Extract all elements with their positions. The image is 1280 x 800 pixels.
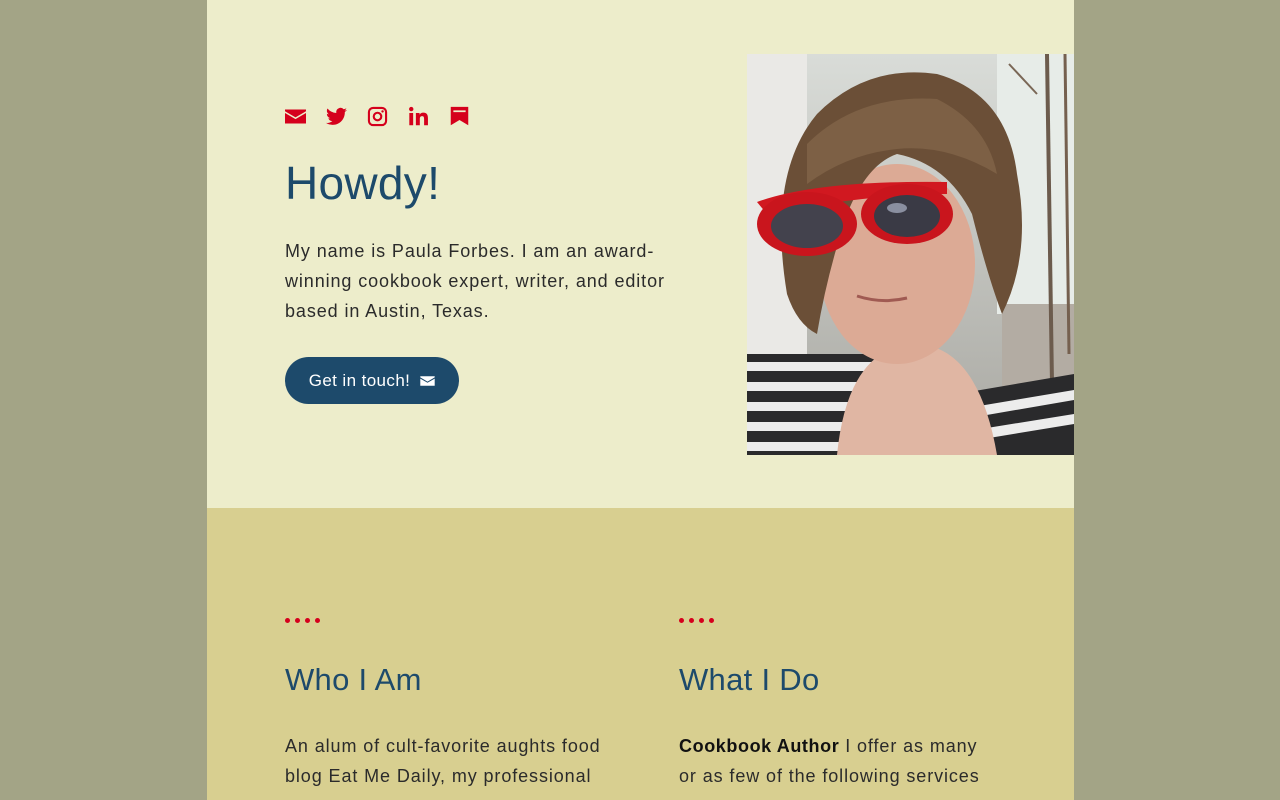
instagram-link[interactable] <box>367 106 388 127</box>
hero-heading: Howdy! <box>285 157 441 209</box>
instagram-icon <box>367 106 388 126</box>
profile-photo <box>747 54 1074 455</box>
twitter-link[interactable] <box>326 106 347 127</box>
get-in-touch-label: Get in touch! <box>308 370 411 390</box>
linkedin-link[interactable] <box>408 106 429 127</box>
linkedin-icon <box>409 106 428 125</box>
twitter-icon <box>326 107 347 125</box>
who-i-am-text: An alum of cult-favorite aughts food blo… <box>285 736 601 786</box>
social-links <box>285 104 470 128</box>
email-link[interactable] <box>285 106 306 127</box>
section-dots-decoration <box>285 618 320 623</box>
cookbook-author-label: Cookbook Author <box>679 736 840 756</box>
email-icon <box>285 109 306 123</box>
who-i-am-heading: Who I Am <box>285 662 422 697</box>
what-i-do-text: Cookbook Author I offer as many or as fe… <box>679 731 999 800</box>
email-icon <box>420 375 435 386</box>
what-i-do-heading: What I Do <box>679 662 820 697</box>
section-dots-decoration <box>679 618 714 623</box>
page: Howdy! My name is Paula Forbes. I am an … <box>207 0 1074 800</box>
get-in-touch-button[interactable]: Get in touch! <box>285 357 459 404</box>
hero-intro: My name is Paula Forbes. I am an award-w… <box>285 241 665 321</box>
bookmark-icon <box>450 106 469 125</box>
about-section: Who I Am An alum of cult-favorite aughts… <box>207 508 1074 800</box>
hero-section: Howdy! My name is Paula Forbes. I am an … <box>207 0 1074 508</box>
profile-photo-illustration <box>747 54 1074 455</box>
bookmark-link[interactable] <box>449 106 470 127</box>
